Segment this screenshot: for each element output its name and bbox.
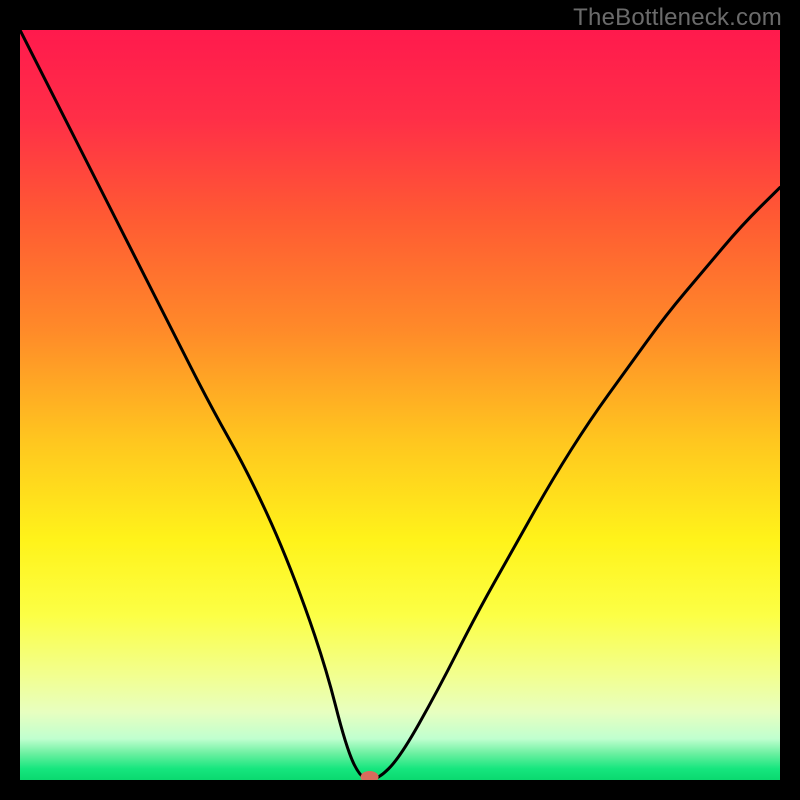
watermark-label: TheBottleneck.com xyxy=(573,4,782,32)
chart-svg xyxy=(20,30,780,780)
gradient-background xyxy=(20,30,780,780)
chart-frame: TheBottleneck.com xyxy=(0,0,800,800)
plot-area xyxy=(20,30,780,780)
